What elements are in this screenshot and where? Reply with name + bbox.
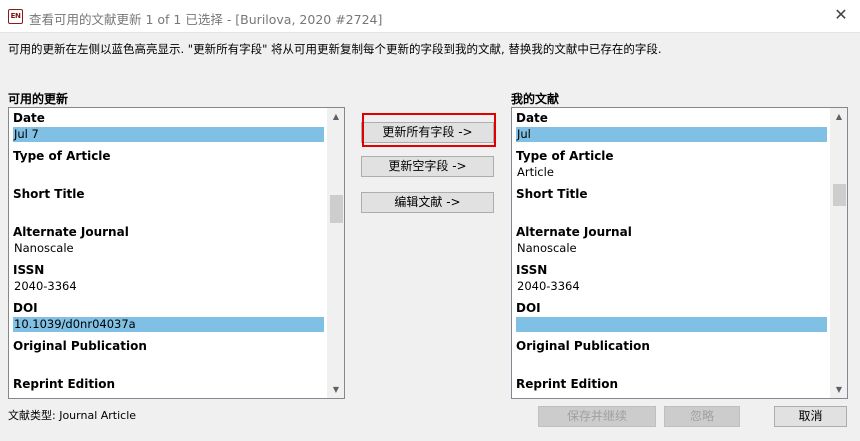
available-updates-list: Date Jul 7 Type of Article Short Title A… (9, 108, 327, 398)
field-value (13, 203, 323, 218)
field-doi[interactable]: DOI (512, 298, 830, 336)
title-bar: EN 查看可用的文献更新 1 of 1 已选择 - [Burilova, 202… (0, 0, 860, 33)
field-value: Nanoscale (517, 241, 577, 255)
window-title: 查看可用的文献更新 1 of 1 已选择 - [Burilova, 2020 #… (29, 12, 383, 27)
field-value (516, 355, 826, 370)
field-name: Date (516, 111, 548, 125)
field-short-title[interactable]: Short Title (9, 184, 327, 222)
my-reference-panel[interactable]: Date Jul Type of Article Article Short T… (511, 107, 848, 399)
skip-button[interactable]: 忽略 (664, 406, 740, 427)
field-name: Type of Article (13, 149, 111, 163)
right-scrollbar[interactable]: ▲ ▼ (830, 108, 847, 398)
field-alternate-journal[interactable]: Alternate Journal Nanoscale (512, 222, 830, 260)
scroll-thumb[interactable] (330, 195, 343, 223)
field-value (516, 393, 826, 398)
field-value (13, 355, 323, 370)
field-value (13, 165, 323, 180)
field-name: ISSN (516, 263, 548, 277)
field-name: Reprint Edition (13, 377, 115, 391)
field-issn[interactable]: ISSN 2040-3364 (512, 260, 830, 298)
instruction-text: 可用的更新在左侧以蓝色高亮显示. "更新所有字段" 将从可用更新复制每个更新的字… (8, 42, 662, 56)
field-name: Original Publication (13, 339, 147, 353)
update-empty-fields-button[interactable]: 更新空字段 -> (361, 156, 494, 177)
field-name: Alternate Journal (516, 225, 632, 239)
field-value-highlighted: Jul 7 (13, 127, 324, 142)
scroll-down-icon[interactable]: ▼ (328, 381, 344, 398)
save-and-continue-button[interactable]: 保存并继续 (538, 406, 656, 427)
field-name: DOI (516, 301, 541, 315)
field-value-highlighted (516, 317, 827, 332)
field-name: Alternate Journal (13, 225, 129, 239)
field-doi[interactable]: DOI 10.1039/d0nr04037a (9, 298, 327, 336)
scroll-down-icon[interactable]: ▼ (831, 381, 847, 398)
left-scrollbar[interactable]: ▲ ▼ (327, 108, 344, 398)
field-value-highlighted: Jul (516, 127, 827, 142)
field-issn[interactable]: ISSN 2040-3364 (9, 260, 327, 298)
field-date[interactable]: Date Jul 7 (9, 108, 327, 146)
available-updates-label: 可用的更新 (8, 92, 69, 106)
field-name: Reprint Edition (516, 377, 618, 391)
my-reference-list: Date Jul Type of Article Article Short T… (512, 108, 830, 398)
field-original-publication[interactable]: Original Publication (512, 336, 830, 374)
endnote-app-icon: EN (8, 9, 23, 24)
scroll-up-icon[interactable]: ▲ (831, 108, 847, 125)
field-type-of-article[interactable]: Type of Article Article (512, 146, 830, 184)
field-value-highlighted: 10.1039/d0nr04037a (13, 317, 324, 332)
close-icon[interactable]: ✕ (832, 6, 850, 24)
field-value (516, 203, 826, 218)
scroll-thumb[interactable] (833, 184, 846, 206)
field-alternate-journal[interactable]: Alternate Journal Nanoscale (9, 222, 327, 260)
field-value: 2040-3364 (14, 279, 77, 293)
field-name: Short Title (516, 187, 588, 201)
field-original-publication[interactable]: Original Publication (9, 336, 327, 374)
field-value: 2040-3364 (517, 279, 580, 293)
available-updates-panel[interactable]: Date Jul 7 Type of Article Short Title A… (8, 107, 345, 399)
scroll-up-icon[interactable]: ▲ (328, 108, 344, 125)
field-value: Nanoscale (14, 241, 74, 255)
field-name: DOI (13, 301, 38, 315)
field-name: Original Publication (516, 339, 650, 353)
reference-type-label: 文献类型: Journal Article (8, 409, 137, 422)
focus-highlight-box (362, 113, 496, 147)
field-short-title[interactable]: Short Title (512, 184, 830, 222)
field-type-of-article[interactable]: Type of Article (9, 146, 327, 184)
field-name: ISSN (13, 263, 45, 277)
field-name: Short Title (13, 187, 85, 201)
field-name: Type of Article (516, 149, 614, 163)
field-name: Date (13, 111, 45, 125)
field-reprint-edition[interactable]: Reprint Edition (512, 374, 830, 398)
cancel-button[interactable]: 取消 (774, 406, 847, 427)
field-date[interactable]: Date Jul (512, 108, 830, 146)
field-reprint-edition[interactable]: Reprint Edition (9, 374, 327, 398)
field-value: Article (517, 165, 554, 179)
my-reference-label: 我的文献 (511, 92, 560, 106)
edit-reference-button[interactable]: 编辑文献 -> (361, 192, 494, 213)
field-value (13, 393, 323, 398)
